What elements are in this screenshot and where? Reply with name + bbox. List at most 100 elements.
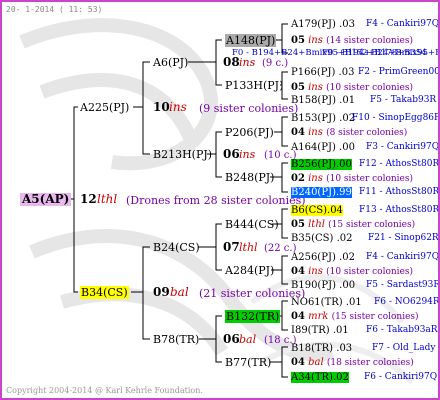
colony-a256[interactable]: A256(PJ) — [291, 252, 336, 263]
father-colony[interactable]: A225(PJ) — [80, 101, 129, 114]
colony-b78[interactable]: B78(TR) — [153, 333, 199, 346]
year: 04 — [291, 311, 305, 322]
colony-b35[interactable]: B35(CS) — [291, 233, 333, 244]
colony-a164[interactable]: A164(PJ) — [291, 142, 336, 153]
colony-b6[interactable]: B6(CS) — [291, 205, 328, 216]
colony-a34[interactable]: A34(TR) — [291, 372, 333, 383]
line-link[interactable]: F3 - Cankiri97Q — [366, 141, 438, 154]
mother-colony[interactable]: B34(CS) — [80, 286, 129, 299]
gen5-row: B153(PJ) .02 — [291, 112, 355, 125]
line-link[interactable]: F4 - Cankiri97Q — [366, 251, 438, 264]
gen5-row: A256(PJ) .02 — [291, 251, 355, 264]
inbreeding-value: .04 — [327, 205, 343, 216]
overlay-text: F0 - B194+B24+Bmix95+B152+B178+B354 — [322, 48, 438, 58]
colony-a284[interactable]: A284(PJ) — [225, 264, 274, 277]
colony-b248[interactable]: B248(PJ) — [225, 171, 274, 184]
colony-b18[interactable]: B18(TR) — [291, 343, 333, 354]
inbreeding-value: .03 — [338, 67, 355, 78]
gen5-row: A179(PJ) .03 — [291, 18, 355, 31]
colony-b240[interactable]: B240(PJ) — [291, 187, 336, 198]
line-link[interactable]: F13 - AthosSt80R — [359, 204, 438, 217]
father-race: ins — [169, 100, 187, 114]
mother-year: 09 — [153, 285, 170, 299]
gen5-row: B256(PJ).00 — [291, 158, 352, 171]
inbreeding-value: .01 — [339, 95, 356, 106]
gen5-row: B6(CS).04 — [291, 204, 343, 217]
colony-b256[interactable]: B256(PJ) — [291, 159, 336, 170]
colony-a148[interactable]: A148(PJ) — [225, 34, 277, 47]
line-link[interactable]: F5 - Sardast93R — [366, 279, 438, 292]
b24-year: 07 — [223, 240, 240, 254]
gen5-row: 05 ins (14 sister colonies) — [291, 34, 413, 48]
note: (10 sister colonies) — [326, 83, 414, 93]
timestamp: 20- 1-2014 ( 11: 53) — [6, 5, 103, 14]
race: ins — [308, 266, 323, 277]
line-link[interactable]: F11 - AthosSt80R — [359, 186, 438, 199]
b213h-year: 06 — [223, 147, 240, 161]
year: 04 — [291, 266, 305, 277]
note: (10 sister colonies) — [326, 174, 414, 184]
race: lthl — [308, 219, 325, 230]
inbreeding-value: .00 — [335, 159, 352, 170]
race: bal — [308, 357, 324, 368]
colony-a6[interactable]: A6(PJ) — [153, 56, 188, 69]
colony-b213h[interactable]: B213H(PJ) — [153, 148, 212, 161]
line-link[interactable]: F2 - PrimGreen00 — [358, 66, 438, 79]
colony-b190[interactable]: B190(PJ) — [291, 280, 336, 291]
line-link[interactable]: F10 - SinopEgg86R — [352, 112, 438, 125]
colony-b444[interactable]: B444(CS) — [225, 218, 279, 231]
colony-no61[interactable]: NO61(TR) — [291, 297, 343, 308]
inbreeding-value: .02 — [332, 372, 349, 383]
root-colony[interactable]: A5(AP) — [20, 193, 72, 206]
note: (8 sister colonies) — [326, 128, 408, 138]
year: 04 — [291, 357, 305, 368]
root-year: 12 — [80, 192, 97, 206]
line-link[interactable]: F6 - Takab93aR — [366, 324, 438, 337]
year: 02 — [291, 173, 305, 184]
mother-race: bal — [170, 285, 189, 299]
colony-b24[interactable]: B24(CS) — [153, 241, 200, 254]
root-race: lthl — [97, 192, 118, 206]
colony-p206[interactable]: P206(PJ) — [225, 126, 274, 139]
colony-b132[interactable]: B132(TR) — [225, 310, 281, 323]
inbreeding-value: .00 — [339, 142, 355, 153]
line-link[interactable]: F6 - NO6294R — [374, 296, 438, 309]
colony-b158[interactable]: B158(PJ) — [291, 95, 336, 106]
colony-a179[interactable]: A179(PJ) — [291, 19, 336, 30]
gen5-row: 05 lthl (15 sister colonies) — [291, 218, 415, 232]
gen5-row: 04 ins (10 sister colonies) — [291, 265, 413, 279]
colony-b153[interactable]: B153(PJ) — [291, 113, 336, 124]
note: (14 sister colonies) — [326, 36, 414, 46]
gen5-row: P166(PJ) .03 — [291, 66, 354, 79]
line-link[interactable]: F21 - Sinop62R — [368, 232, 438, 245]
race: ins — [308, 82, 323, 93]
race: ins — [308, 35, 323, 46]
father-note: (9 sister colonies) — [199, 102, 299, 115]
colony-b77[interactable]: B77(TR) — [225, 356, 271, 369]
gen5-row: 04 mrk (15 sister colonies) — [291, 310, 419, 324]
colony-p166[interactable]: P166(PJ) — [291, 67, 335, 78]
race: ins — [308, 127, 323, 138]
gen5-row: B240(PJ).99 — [291, 186, 352, 199]
colony-p133h[interactable]: P133H(PJ) — [225, 79, 283, 92]
line-link[interactable]: F12 - AthosSt80R — [359, 158, 438, 171]
inbreeding-value: .99 — [335, 187, 352, 198]
gen5-row: B35(CS) .02 — [291, 232, 352, 245]
inbreeding-value: .02 — [339, 252, 355, 263]
note: (15 sister colonies) — [328, 220, 416, 230]
b213h-race: ins — [239, 148, 256, 161]
gen5-row: 04 bal (18 sister colonies) — [291, 356, 414, 370]
note: (15 sister colonies) — [331, 312, 419, 322]
father-year: 10 — [153, 100, 170, 114]
note: (18 sister colonies) — [326, 358, 414, 368]
gen5-row: 05 ins (10 sister colonies) — [291, 81, 413, 95]
inbreeding-value: .03 — [339, 19, 355, 30]
inbreeding-value: .01 — [332, 325, 349, 336]
line-link[interactable]: F5 - Takab93R — [370, 94, 436, 107]
line-link[interactable]: F4 - Cankiri97Q — [366, 18, 438, 31]
line-link[interactable]: F6 - Cankiri97Q — [364, 371, 437, 384]
colony-i89[interactable]: I89(TR) — [291, 325, 330, 336]
year: 04 — [291, 127, 305, 138]
inbreeding-value: .03 — [336, 343, 353, 354]
line-link[interactable]: F7 - Old_Lady — [372, 342, 435, 355]
